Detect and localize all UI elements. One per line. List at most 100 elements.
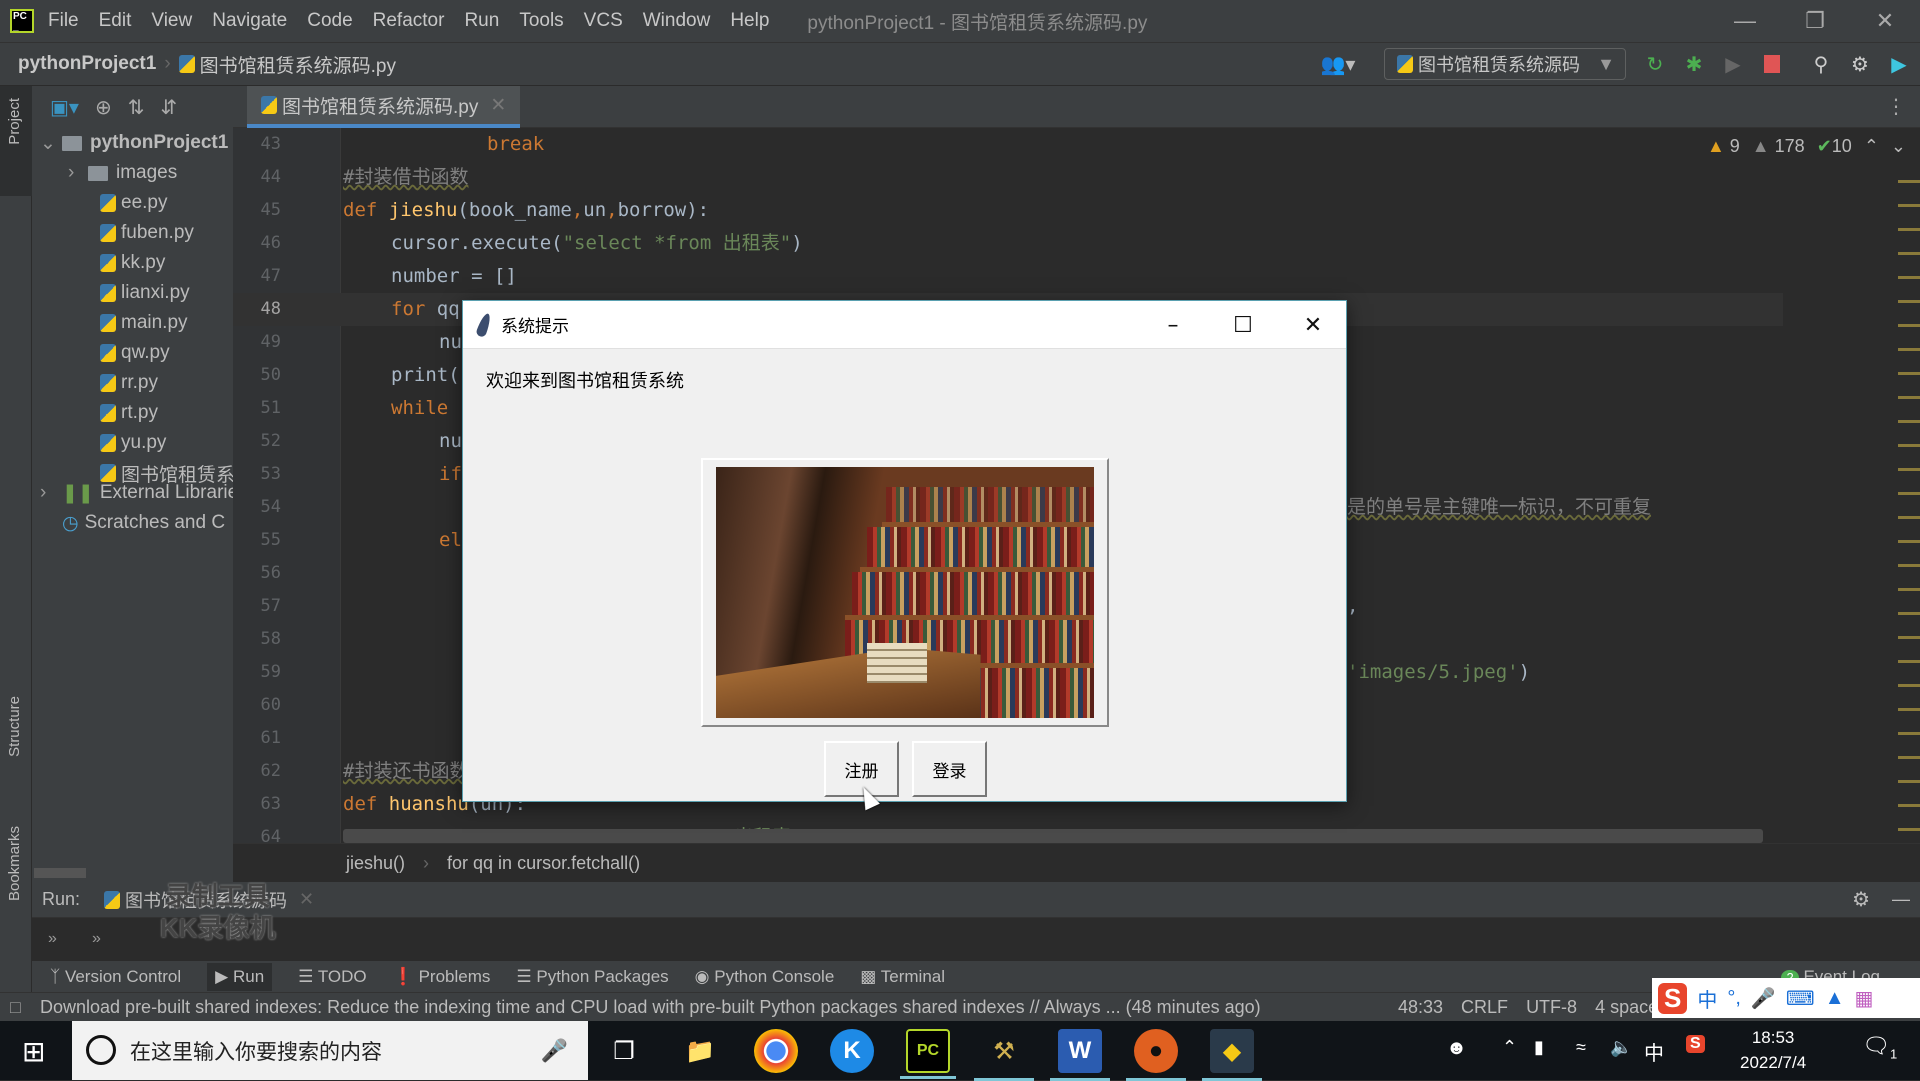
tool-python-console[interactable]: ◉ Python Console [695,967,835,987]
status-message[interactable]: Download pre-built shared indexes: Reduc… [40,997,1350,1018]
code-line[interactable]: 45 def jieshu(book_name,un,borrow): [233,194,1783,227]
close-run-tab-icon[interactable]: ✕ [299,889,314,910]
tree-scratches[interactable]: ◷ Scratches and C [62,508,225,538]
menu-run[interactable]: Run [464,10,499,32]
search-icon[interactable]: ⚲ [1808,51,1834,77]
system-clock[interactable]: 18:53 2022/7/4 [1740,1025,1806,1075]
ime-language[interactable]: 中 [1697,984,1717,1013]
debug-bug-icon[interactable]: ✱ [1681,51,1707,77]
tree-file[interactable]: yu.py [100,428,166,458]
tool-run[interactable]: ▶ Run [207,962,273,991]
structure-tool-tab[interactable]: Structure [6,696,23,757]
expand-all-icon[interactable]: ⇅ [128,95,145,120]
menu-tools[interactable]: Tools [519,10,563,32]
close-tab-icon[interactable]: ✕ [490,94,506,117]
vcs-user-icon[interactable]: 👥▾ [1318,51,1358,77]
tree-file[interactable]: ee.py [100,188,167,218]
bookmarks-tool-tab[interactable]: Bookmarks [6,826,23,901]
status-toggle-icon[interactable]: □ [10,997,21,1018]
punctuation-icon[interactable]: °, [1727,987,1741,1010]
taskbar-search-input[interactable]: 在这里输入你要搜索的内容 🎤 [72,1021,588,1080]
tree-file[interactable]: fuben.py [100,218,194,248]
menu-refactor[interactable]: Refactor [373,10,445,32]
task-view-icon[interactable]: ❐ [602,1029,646,1073]
tools-app-icon[interactable]: ⚒ [974,1029,1034,1081]
file-explorer-icon[interactable]: 📁 [678,1029,722,1073]
kk-recorder-icon[interactable]: K [830,1029,874,1073]
menu-navigate[interactable]: Navigate [212,10,287,32]
rerun-icon[interactable]: ↻ [1642,51,1668,77]
volume-icon[interactable]: 🔈 [1610,1037,1632,1058]
breadcrumb-function[interactable]: jieshu() [346,853,405,874]
people-icon[interactable]: ☻ [1446,1037,1467,1060]
line-separator[interactable]: CRLF [1461,997,1508,1018]
code-line[interactable]: 47 number = [] [233,260,1783,293]
restore-button[interactable]: ❐ [1780,0,1850,42]
next-highlight-icon[interactable]: ⌄ [1891,136,1906,157]
menu-help[interactable]: Help [730,10,769,32]
view-options-icon[interactable]: ▣▾ [50,95,79,120]
menu-vcs[interactable]: VCS [584,10,623,32]
sogou-tray-icon[interactable]: S [1686,1035,1705,1053]
coverage-icon[interactable]: ▶ [1720,51,1746,77]
inspection-widget[interactable]: ▲ 9 ▲ 178 ✔10 ⌃ ⌄ [1707,136,1906,157]
dialog-maximize-button[interactable]: ☐ [1208,301,1278,349]
input-language-indicator[interactable]: 中 [1644,1037,1664,1066]
tool-terminal[interactable]: ▩ Terminal [860,967,945,987]
menu-code[interactable]: Code [307,10,352,32]
breadcrumb-loop[interactable]: for qq in cursor.fetchall() [447,853,640,874]
show-hidden-icons[interactable]: ⌃ [1502,1037,1517,1058]
python-tk-window-icon[interactable]: ◆ [1202,1029,1262,1081]
tree-file[interactable]: qw.py [100,338,170,368]
wifi-icon[interactable]: ≈ [1576,1037,1586,1058]
chrome-icon[interactable] [754,1029,798,1073]
fox-app-icon[interactable]: ● [1126,1029,1186,1081]
collapse-all-icon[interactable]: ⇵ [160,95,177,120]
dialog-minimize-button[interactable]: – [1138,301,1208,349]
battery-icon[interactable]: ▮ [1534,1037,1544,1058]
login-button[interactable]: 登录 [912,741,987,797]
notification-center-icon[interactable]: 🗨1 [1862,1033,1897,1061]
tree-file[interactable]: rt.py [100,398,158,428]
code-line[interactable]: 44 #封装借书函数 [233,161,1783,194]
dialog-title-bar[interactable]: 系统提示 – ☐ ✕ [463,301,1346,349]
skin-icon[interactable]: ▲ [1825,987,1845,1010]
more-options-icon[interactable]: ⋮ [1886,94,1906,119]
tool-version-control[interactable]: ᛉ Version Control [50,967,181,987]
menu-window[interactable]: Window [643,10,711,32]
tree-file[interactable]: lianxi.py [100,278,190,308]
hide-panel-icon[interactable]: — [1892,889,1910,910]
stop-icon[interactable] [1764,55,1780,73]
locate-icon[interactable]: ⊕ [95,95,112,120]
tool-problems[interactable]: ❗ Problems [393,967,491,987]
run-console[interactable]: » » [32,918,1920,961]
expand-icon[interactable]: » [48,930,57,948]
caret-position[interactable]: 48:33 [1398,997,1443,1018]
breadcrumb-file[interactable]: 图书馆租赁系统源码.py [200,51,396,78]
ime-toolbar[interactable]: S 中 °, 🎤 ⌨ ▲ ▦ [1652,978,1920,1018]
jetbrains-toolbox-icon[interactable]: ▶ [1886,51,1912,77]
menu-file[interactable]: File [48,10,79,32]
editor-tab[interactable]: 图书馆租赁系统源码.py ✕ [247,86,521,128]
horizontal-scrollbar[interactable] [343,829,1763,843]
tree-file[interactable]: kk.py [100,248,165,278]
tree-folder-images[interactable]: › images [68,158,177,188]
tool-todo[interactable]: ☰ TODO [298,967,366,987]
close-window-button[interactable]: ✕ [1850,0,1920,42]
pycharm-taskbar-icon[interactable]: PC [900,1029,956,1079]
run-configuration-select[interactable]: 图书馆租赁系统源码 ▼ [1384,48,1626,80]
menu-edit[interactable]: Edit [99,10,132,32]
tool-python-packages[interactable]: ☰ Python Packages [516,967,668,987]
expand-icon-2[interactable]: » [92,930,101,948]
code-line[interactable]: 46 cursor.execute("select *from 出租表") [233,227,1783,260]
editor-scrollbar-markers[interactable] [1898,168,1920,843]
word-icon[interactable]: W [1050,1029,1110,1081]
tree-file[interactable]: main.py [100,308,188,338]
toolbox-icon[interactable]: ▦ [1854,986,1873,1011]
tree-root[interactable]: ⌄ pythonProject1 [40,128,228,158]
menu-view[interactable]: View [151,10,192,32]
breadcrumb-project[interactable]: pythonProject1 [18,53,156,75]
windows-start-icon[interactable]: ⊞ [22,1035,45,1068]
prev-highlight-icon[interactable]: ⌃ [1864,136,1879,157]
microphone-icon[interactable]: 🎤 [541,1038,568,1064]
